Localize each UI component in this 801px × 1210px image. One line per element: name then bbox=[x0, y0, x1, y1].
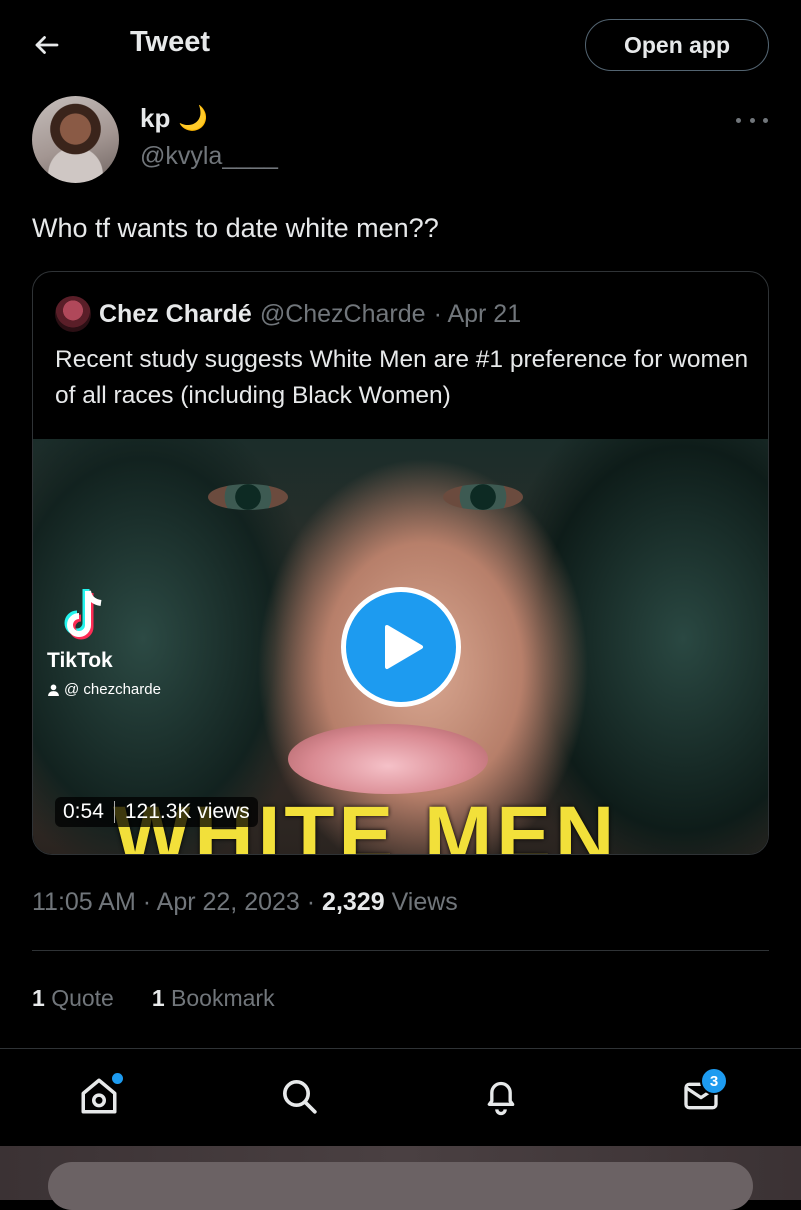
play-icon bbox=[385, 625, 423, 669]
arrow-left-icon bbox=[35, 36, 59, 54]
search-icon bbox=[283, 1080, 317, 1114]
video-duration: 0:54 bbox=[63, 800, 104, 823]
author-name-row[interactable]: kp 🌙 bbox=[140, 103, 208, 134]
tiktok-username: @ chezcharde bbox=[47, 681, 161, 698]
quotes-stat[interactable]: 1 Quote bbox=[32, 985, 114, 1012]
address-bar[interactable] bbox=[48, 1162, 753, 1210]
tiktok-username-text: @ chezcharde bbox=[64, 681, 161, 698]
quoted-tweet-card[interactable]: Chez Chardé @ChezCharde · Apr 21 Recent … bbox=[32, 271, 769, 855]
more-options-icon[interactable] bbox=[736, 108, 768, 132]
author-name: kp bbox=[140, 103, 171, 133]
messages-badge: 3 bbox=[700, 1067, 728, 1095]
tweet-date[interactable]: Apr 22, 2023 bbox=[157, 888, 300, 916]
quotes-label: Quote bbox=[51, 985, 114, 1011]
page-title: Tweet bbox=[130, 26, 211, 58]
avatar[interactable] bbox=[32, 96, 119, 183]
user-icon bbox=[48, 684, 59, 696]
quoted-tweet-header: Chez Chardé @ChezCharde · Apr 21 bbox=[55, 296, 521, 332]
tiktok-label: TikTok bbox=[47, 649, 113, 672]
bookmarks-count: 1 bbox=[151, 985, 165, 1011]
video-thumbnail[interactable]: TikTok @ chezcharde WHITE MEN 0:54 121.3… bbox=[33, 439, 768, 854]
moon-emoji: 🌙 bbox=[178, 105, 209, 132]
quoted-date: · Apr 21 bbox=[433, 299, 522, 328]
home-notification-dot bbox=[110, 1071, 125, 1086]
tweet-meta: 11:05 AM · Apr 22, 2023 · 2,329 Views bbox=[32, 888, 458, 916]
quoted-author-handle: @ChezCharde bbox=[259, 299, 426, 328]
bottom-nav: 3 bbox=[0, 1048, 801, 1147]
divider bbox=[32, 950, 769, 951]
author-handle[interactable]: @kvyla____ bbox=[140, 142, 278, 171]
tweet-time: 11:05 AM bbox=[32, 888, 136, 916]
badge-divider bbox=[113, 801, 115, 823]
bookmarks-label: Bookmark bbox=[171, 985, 275, 1011]
video-views: 121.3K views bbox=[124, 800, 250, 823]
nav-search[interactable] bbox=[276, 1073, 322, 1119]
open-app-button[interactable]: Open app bbox=[585, 19, 769, 71]
bell-icon bbox=[487, 1081, 515, 1116]
tiktok-logo-icon bbox=[64, 589, 102, 640]
quoted-avatar bbox=[55, 296, 91, 332]
nav-notifications[interactable] bbox=[478, 1073, 524, 1119]
bookmarks-stat[interactable]: 1 Bookmark bbox=[152, 985, 275, 1012]
quoted-tweet-text: Recent study suggests White Men are #1 p… bbox=[55, 346, 749, 409]
video-frame-detail bbox=[288, 724, 488, 794]
video-frame-detail bbox=[208, 484, 288, 510]
quotes-count: 1 bbox=[32, 985, 45, 1011]
quoted-author-name: Chez Chardé bbox=[99, 299, 252, 328]
views-count: 2,329 bbox=[322, 888, 385, 916]
nav-home[interactable] bbox=[76, 1071, 125, 1119]
back-button[interactable] bbox=[30, 28, 64, 62]
video-frame-detail bbox=[443, 484, 523, 510]
tweet-stats: 1 Quote 1 Bookmark bbox=[32, 985, 275, 1012]
nav-messages[interactable]: 3 bbox=[678, 1067, 728, 1119]
tweet-text: Who tf wants to date white men?? bbox=[32, 213, 439, 243]
video-duration-badge: 0:54 121.3K views bbox=[55, 797, 258, 827]
views-label: Views bbox=[391, 888, 458, 916]
play-button[interactable] bbox=[341, 587, 461, 707]
